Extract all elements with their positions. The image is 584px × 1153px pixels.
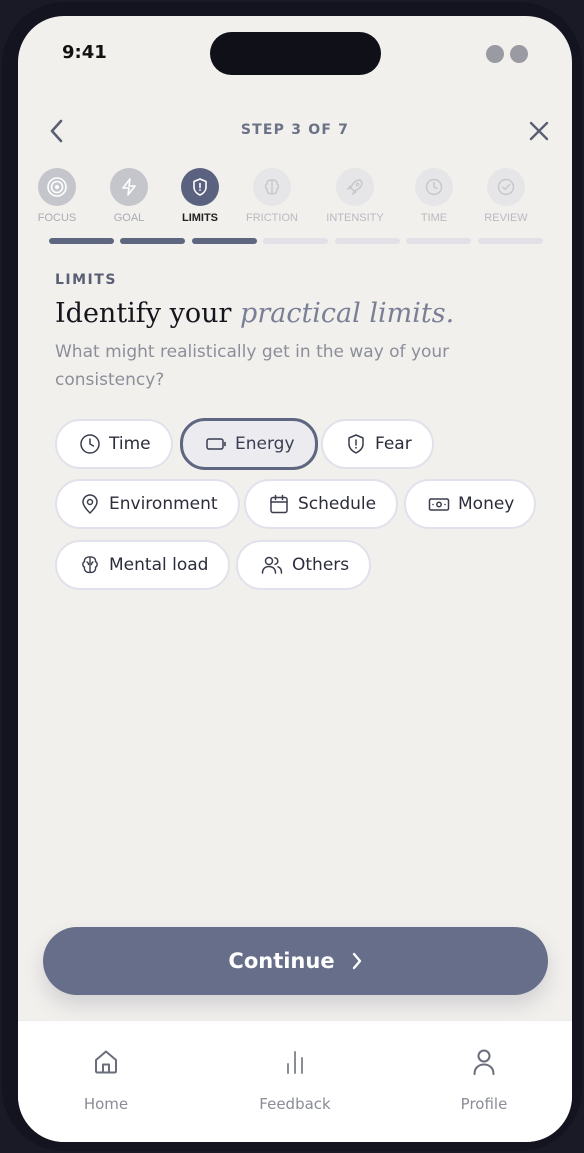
rocket-icon bbox=[346, 179, 363, 196]
status-time: 9:41 bbox=[62, 42, 107, 63]
chip-label: Fear bbox=[375, 434, 412, 454]
progress-segment bbox=[49, 238, 114, 244]
brain-icon bbox=[264, 179, 280, 195]
title-plain: Identify your bbox=[55, 298, 232, 329]
step-label: TIME bbox=[420, 212, 448, 224]
chip-label: Money bbox=[458, 494, 515, 514]
step-label: FRICTION bbox=[246, 212, 298, 224]
section-eyebrow: LIMITS bbox=[55, 272, 117, 288]
step-indicator: STEP 3 OF 7 bbox=[240, 122, 350, 138]
step-label: GOAL bbox=[113, 212, 145, 224]
progress-segment bbox=[120, 238, 185, 244]
close-button[interactable] bbox=[526, 116, 552, 146]
tab-label: Profile bbox=[460, 1095, 508, 1113]
tab-feedback[interactable]: Feedback bbox=[235, 1047, 355, 1113]
shield-alert-icon bbox=[348, 434, 364, 454]
chip-fear[interactable]: Fear bbox=[321, 419, 434, 469]
banknote-icon bbox=[428, 498, 450, 511]
bolt-icon bbox=[122, 178, 136, 196]
continue-label: Continue bbox=[228, 949, 335, 973]
page-subtitle: What might realistically get in the way … bbox=[55, 342, 450, 390]
status-indicators bbox=[486, 45, 528, 63]
chip-label: Time bbox=[109, 434, 151, 454]
progress-segment bbox=[263, 238, 328, 244]
progress-segment bbox=[406, 238, 471, 244]
phone-frame: 9:41 STEP 3 OF 7 FOCUS GOAL LIMITS FRICT… bbox=[2, 2, 582, 1151]
step-intensity[interactable]: INTENSITY bbox=[315, 168, 395, 224]
screen: 9:41 STEP 3 OF 7 FOCUS GOAL LIMITS FRICT… bbox=[18, 16, 572, 1142]
step-focus[interactable]: FOCUS bbox=[18, 168, 97, 224]
tab-label: Home bbox=[83, 1095, 129, 1113]
chip-time[interactable]: Time bbox=[55, 419, 173, 469]
clock-icon bbox=[425, 178, 443, 196]
step-label: REVIEW bbox=[484, 212, 528, 224]
close-icon bbox=[529, 121, 549, 141]
battery-icon bbox=[206, 438, 226, 450]
chip-label: Mental load bbox=[109, 555, 209, 575]
step-time[interactable]: TIME bbox=[394, 168, 474, 224]
step-label: FOCUS bbox=[37, 212, 77, 224]
check-circle-icon bbox=[497, 178, 515, 196]
progress-segment bbox=[335, 238, 400, 244]
bar-chart-icon bbox=[287, 1051, 303, 1074]
home-icon bbox=[95, 1050, 117, 1074]
step-goal[interactable]: GOAL bbox=[89, 168, 169, 224]
chip-environment[interactable]: Environment bbox=[55, 479, 240, 529]
step-friction[interactable]: FRICTION bbox=[232, 168, 312, 224]
step-tracker: FOCUS GOAL LIMITS FRICTION INTENSITY TIM… bbox=[38, 168, 552, 228]
tab-home[interactable]: Home bbox=[46, 1047, 166, 1113]
user-icon bbox=[473, 1049, 495, 1075]
chip-label: Environment bbox=[109, 494, 218, 514]
brain-icon bbox=[82, 556, 98, 574]
chip-energy[interactable]: Energy bbox=[180, 418, 318, 470]
tab-bar: Home Feedback Profile bbox=[18, 1020, 572, 1142]
progress-segment bbox=[192, 238, 257, 244]
chip-money[interactable]: Money bbox=[404, 479, 537, 529]
chip-label: Others bbox=[292, 555, 350, 575]
chevron-right-icon bbox=[352, 952, 361, 970]
step-label: INTENSITY bbox=[326, 212, 384, 224]
title-emphasis: practical limits. bbox=[240, 298, 455, 329]
target-icon bbox=[47, 177, 67, 197]
tab-label: Feedback bbox=[259, 1095, 331, 1113]
chip-mental-load[interactable]: Mental load bbox=[55, 540, 231, 590]
chip-label: Schedule bbox=[298, 494, 377, 514]
chip-label: Energy bbox=[235, 434, 295, 454]
page-title: Identify your practical limits. bbox=[55, 298, 454, 329]
continue-button[interactable]: Continue bbox=[43, 927, 548, 995]
tab-profile[interactable]: Profile bbox=[424, 1047, 544, 1113]
clock-icon bbox=[80, 434, 100, 454]
chip-others[interactable]: Others bbox=[236, 540, 372, 590]
map-pin-icon bbox=[82, 494, 98, 515]
dynamic-island bbox=[210, 32, 381, 75]
step-review[interactable]: REVIEW bbox=[466, 168, 546, 224]
chip-schedule[interactable]: Schedule bbox=[244, 479, 399, 529]
calendar-icon bbox=[270, 494, 288, 514]
progress-segment bbox=[478, 238, 543, 244]
users-icon bbox=[261, 556, 283, 574]
step-label: LIMITS bbox=[181, 212, 219, 224]
progress-bar bbox=[49, 238, 543, 244]
step-limits[interactable]: LIMITS bbox=[160, 168, 240, 224]
shield-alert-icon bbox=[193, 178, 207, 196]
